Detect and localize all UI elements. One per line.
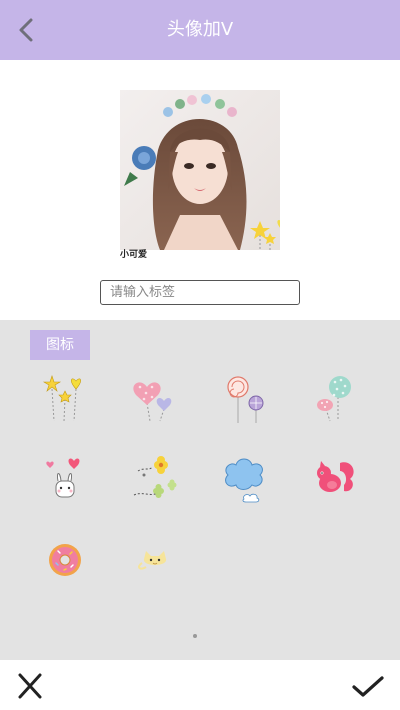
heart-balloons-sticker[interactable] <box>120 365 190 435</box>
flower-doodle-sticker[interactable] <box>120 445 190 515</box>
tab-icons[interactable]: 图标 <box>30 330 90 360</box>
yellow-cat-sticker[interactable] <box>120 525 190 595</box>
bunny-hearts-icon <box>46 458 80 498</box>
pager-dot <box>193 634 197 638</box>
top-bar: 头像加V <box>0 0 400 60</box>
cancel-button[interactable] <box>12 669 48 703</box>
page-title: 头像加V <box>166 19 234 40</box>
polka-dot-balloons-sticker[interactable] <box>300 365 370 435</box>
confirm-button[interactable] <box>348 669 388 703</box>
blue-cloud-sticker[interactable] <box>210 445 280 515</box>
pink-squirrel-sticker[interactable] <box>300 445 370 515</box>
polka-dot-balloons-icon <box>317 376 351 422</box>
heart-balloons-icon <box>133 382 172 422</box>
bunny-hearts-sticker[interactable] <box>30 445 100 515</box>
avatar-photo <box>120 90 280 250</box>
star-balloons-sticker[interactable] <box>30 365 100 435</box>
pink-squirrel-icon <box>317 461 354 492</box>
lollipop-icon <box>227 376 264 423</box>
checkmark-icon <box>352 676 384 697</box>
close-icon <box>18 673 42 699</box>
donut-icon <box>49 544 81 576</box>
yellow-cat-icon <box>138 551 167 570</box>
avatar-preview <box>120 90 280 250</box>
donut-sticker[interactable] <box>30 525 100 595</box>
sticker-panel: 图标 <box>0 320 400 660</box>
preview-label: 小可爱 <box>120 250 148 260</box>
lollipop-sticker[interactable] <box>210 365 280 435</box>
bottom-bar <box>0 660 400 710</box>
flower-doodle-icon <box>133 456 177 498</box>
blue-cloud-icon <box>225 458 263 503</box>
star-balloons-icon <box>42 375 81 422</box>
tag-input[interactable] <box>100 280 300 305</box>
